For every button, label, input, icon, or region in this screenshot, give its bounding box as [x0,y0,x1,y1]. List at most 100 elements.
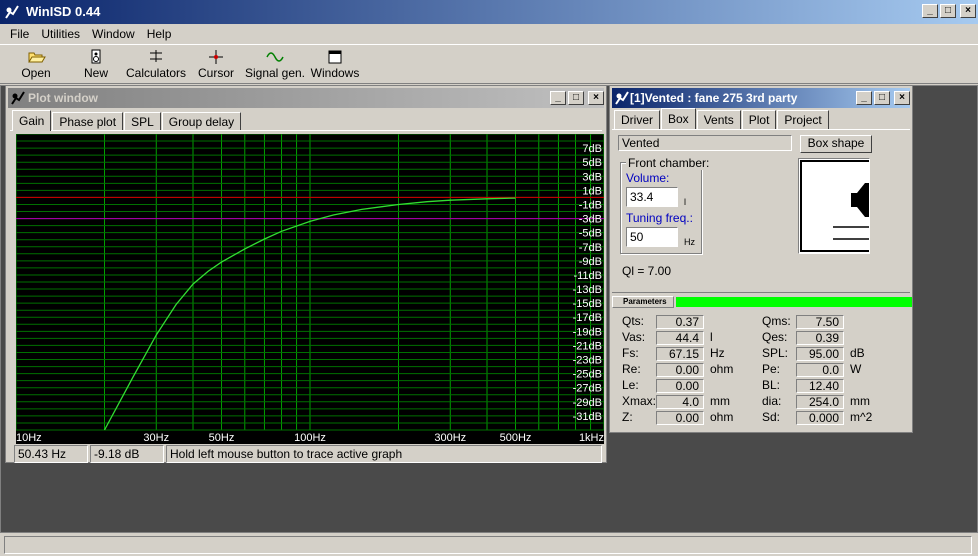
parameters-bar: Parameters [612,296,912,308]
menu-utilities[interactable]: Utilities [35,24,86,44]
y-tick-label: 3dB [582,171,602,183]
main-statusbar [0,534,978,556]
left-param-unit: ohm [710,362,734,376]
left-param-unit: Hz [710,346,725,360]
volume-input[interactable] [626,187,678,207]
y-tick-label: 1dB [582,185,602,197]
folder-open-icon [28,52,46,63]
y-tick-label: -13dB [573,284,602,296]
tab-vents[interactable]: Vents [696,110,741,129]
minimize-icon[interactable]: _ [922,4,938,18]
plot-window-icon [11,91,25,105]
right-param-name: BL: [762,378,781,392]
right-param-name: dia: [762,394,782,408]
minimize-icon[interactable]: _ [856,91,872,105]
left-param-name: Xmax: [622,394,657,408]
left-param-unit: ohm [710,410,734,424]
y-tick-label: -31dB [573,411,602,423]
cursor-label: Cursor [197,66,234,80]
speaker-box-diagram [800,160,869,252]
tuning-freq-label: Tuning freq.: [626,211,693,225]
windows-label: Windows [310,66,360,80]
right-param-value: 0.0 [796,363,844,377]
ql-readout: Ql = 7.00 [622,264,672,278]
menu-help[interactable]: Help [141,24,178,44]
tab-phase-plot[interactable]: Phase plot [52,112,124,131]
left-param-name: Vas: [622,330,646,344]
maximize-icon[interactable]: □ [874,91,890,105]
left-param-value: 0.00 [656,411,704,425]
tab-driver[interactable]: Driver [614,110,660,129]
calculators-label: Calculators [126,66,187,80]
x-tick-label: 500Hz [500,432,532,444]
maximize-icon[interactable]: □ [940,4,956,18]
x-tick-label: 10Hz [16,432,42,444]
vented-box-window: [1]Vented : fane 275 3rd party _ □ × Dri… [609,85,913,433]
plot-statusbar: 50.43 Hz -9.18 dB Hold left mouse button… [14,445,602,463]
y-tick-label: -27dB [573,383,602,395]
box-shape-preview [798,158,870,254]
left-param-value: 44.4 [656,331,704,345]
y-tick-label: -25dB [573,369,602,381]
menu-window[interactable]: Window [86,24,141,44]
signal-gen-button[interactable]: Signal gen. [244,48,306,82]
front-chamber-label: Front chamber: [626,156,712,170]
windows-button[interactable]: Windows [310,48,360,82]
right-param-value: 0.000 [796,411,844,425]
vented-window-titlebar[interactable]: [1]Vented : fane 275 3rd party _ □ × [612,88,910,108]
right-param-unit: W [850,362,862,376]
window-icon [328,50,342,64]
tab-project[interactable]: Project [777,110,829,129]
vented-window-icon [615,91,629,105]
box-type-field[interactable]: Vented [618,135,792,151]
x-tick-label: 1kHz [579,432,604,444]
close-icon[interactable]: × [960,4,976,18]
open-label: Open [21,66,51,80]
x-tick-label: 300Hz [434,432,466,444]
left-param-value: 0.00 [656,379,704,393]
main-status-cell [4,536,972,554]
right-param-name: Qes: [762,330,788,344]
left-param-name: Qts: [622,314,645,328]
left-param-value: 4.0 [656,395,704,409]
vented-window-title: [1]Vented : fane 275 3rd party [630,91,798,105]
gain-plot[interactable]: 7dB 5dB 3dB 1dB -1dB -3dB -5dB -7dB -9dB -11dB -13… [15,133,605,444]
winisd-app-icon [5,5,19,19]
right-param-value: 0.39 [796,331,844,345]
calculators-button[interactable]: Calculators [126,48,186,82]
y-tick-label: -29dB [573,397,602,409]
minimize-icon[interactable]: _ [550,91,566,105]
close-icon[interactable]: × [894,91,910,105]
plot-window: Plot window _ □ × Gain Phase plot SPL Gr… [5,85,607,463]
tuning-freq-input[interactable] [626,227,678,247]
box-shape-button[interactable]: Box shape [800,135,872,153]
crosshair-icon [209,50,223,64]
new-button[interactable]: New [74,48,118,82]
cursor-frequency-readout: 50.43 Hz [14,445,88,463]
plot-window-title: Plot window [28,91,98,105]
cursor-button[interactable]: Cursor [196,48,236,82]
maximize-icon[interactable]: □ [568,91,584,105]
main-titlebar[interactable]: WinISD 0.44 _ □ × [0,0,978,24]
y-tick-label: -9dB [579,256,602,268]
y-tick-label: -1dB [579,199,602,211]
plot-window-titlebar[interactable]: Plot window _ □ × [8,88,604,108]
tab-spl[interactable]: SPL [124,112,161,131]
tuning-freq-unit: Hz [684,237,695,247]
sine-wave-icon [266,52,284,62]
right-param-value: 12.40 [796,379,844,393]
open-button[interactable]: Open [14,48,58,82]
right-param-unit: mm [850,394,870,408]
tab-plot[interactable]: Plot [741,110,777,129]
close-icon[interactable]: × [588,91,604,105]
tab-group-delay[interactable]: Group delay [161,112,242,131]
left-param-value: 0.37 [656,315,704,329]
y-tick-label: -17dB [573,312,602,324]
tab-gain[interactable]: Gain [12,110,52,131]
parameters-label: Parameters [612,296,674,308]
menu-file[interactable]: File [4,24,35,44]
tab-box[interactable]: Box [661,108,696,129]
x-tick-label: 50Hz [209,432,235,444]
y-tick-label: -5dB [579,228,602,240]
y-tick-label: -7dB [579,242,602,254]
